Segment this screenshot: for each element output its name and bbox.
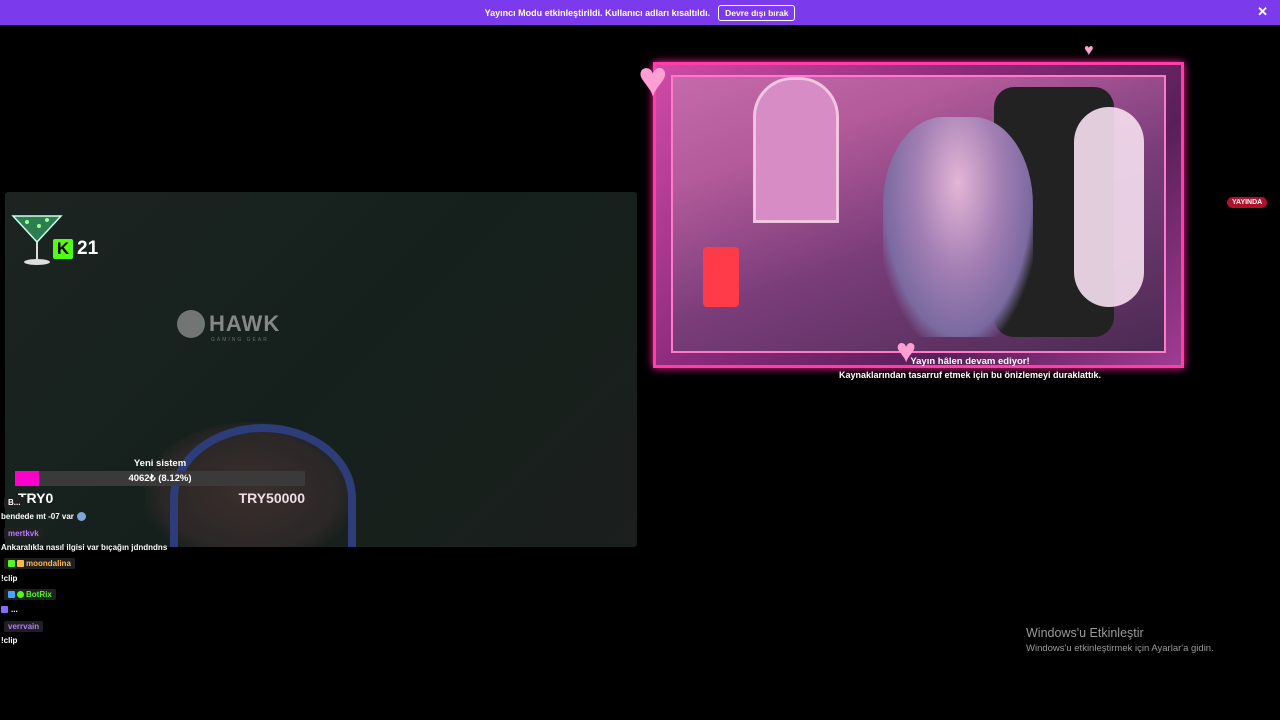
chat-message: mertkvk Ankaralıkla nasıl ilgisi var bıç… [0, 523, 310, 554]
chat-username[interactable]: verrvain [4, 621, 44, 632]
streamer-mode-banner: Yayıncı Modu etkinleştirildi. Kullanıcı … [0, 0, 1280, 25]
chat-message: B... bendede mt -07 var [0, 492, 310, 523]
chat-text: bendede mt -07 var [1, 512, 74, 521]
donation-goal: Yeni sistem 4062₺ (8.12%) TRY0 TRY50000 [15, 458, 305, 506]
chat-message: BotRix ... [0, 585, 310, 616]
live-badge: YAYINDA [1227, 197, 1268, 208]
emote-icon [76, 512, 86, 521]
chat-username[interactable]: moondalina [4, 558, 75, 569]
plush-toy-shape [1074, 107, 1144, 307]
bot-badge-icon [8, 591, 15, 598]
hawk-text: HAWK [209, 311, 281, 336]
kick-counter: K 21 [53, 238, 98, 260]
activation-title: Windows'u Etkinleştir [1026, 626, 1144, 640]
chat-username[interactable]: B... [4, 497, 25, 508]
badge-icon [8, 560, 15, 567]
chat-text: ... [11, 605, 18, 614]
chat-overlay: B... bendede mt -07 var mertkvk Ankaralı… [0, 492, 310, 647]
goal-value: 4062₺ (8.12%) [128, 473, 192, 484]
status-subtitle: Kaynaklarından tasarruf etmek için bu ön… [838, 370, 1102, 380]
status-title: Yayın hâlen devam ediyor! [910, 356, 1030, 367]
hawk-subtext: GAMING GEAR [211, 337, 269, 343]
mirror-shape [753, 77, 839, 223]
chat-message: moondalina !clip [0, 554, 310, 585]
chat-message: verrvain !clip [0, 616, 310, 647]
heart-icon: ♥ [638, 51, 668, 107]
chat-text: !clip [1, 636, 18, 645]
banner-text: Yayıncı Modu etkinleştirildi. Kullanıcı … [484, 7, 711, 18]
paused-preview-status: Yayın hâlen devam ediyor! Kaynaklarından… [820, 356, 1120, 380]
windows-activation-watermark: Windows'u Etkinleştir Windows'u etkinleş… [1026, 626, 1214, 654]
heart-icon: ♥ [1084, 42, 1094, 59]
streamer-figure [883, 117, 1033, 337]
close-icon[interactable]: ✕ [1257, 5, 1268, 18]
disable-streamer-mode-button[interactable]: Devre dışı bırak [718, 4, 796, 21]
kick-count: 21 [77, 238, 99, 259]
chat-username[interactable]: BotRix [4, 589, 56, 600]
right-stream-preview[interactable]: ♥ ♥ ♥ [638, 42, 1186, 380]
chat-username[interactable]: mertkvk [4, 528, 43, 539]
username-text: BotRix [26, 590, 52, 599]
goal-bar: 4062₺ (8.12%) [15, 471, 305, 486]
kick-logo-icon: K [53, 239, 73, 259]
username-text: moondalina [26, 559, 71, 568]
pink-cam-frame [653, 62, 1184, 368]
chat-text: Ankaralıkla nasıl ilgisi var bıçağın jdn… [1, 543, 168, 552]
emote-icon [1, 606, 8, 613]
sub-badge-icon [17, 560, 24, 567]
webcam-feed [671, 75, 1166, 353]
cup-shape [703, 247, 739, 307]
hawk-watermark: HAWK GAMING GEAR [177, 310, 281, 343]
chat-text: !clip [1, 574, 18, 583]
goal-title: Yeni sistem [133, 458, 187, 469]
hawk-logo-icon [177, 310, 205, 338]
activation-subtitle: Windows'u etkinleştirmek için Ayarlar'a … [1026, 643, 1214, 654]
verified-badge-icon [17, 591, 24, 598]
